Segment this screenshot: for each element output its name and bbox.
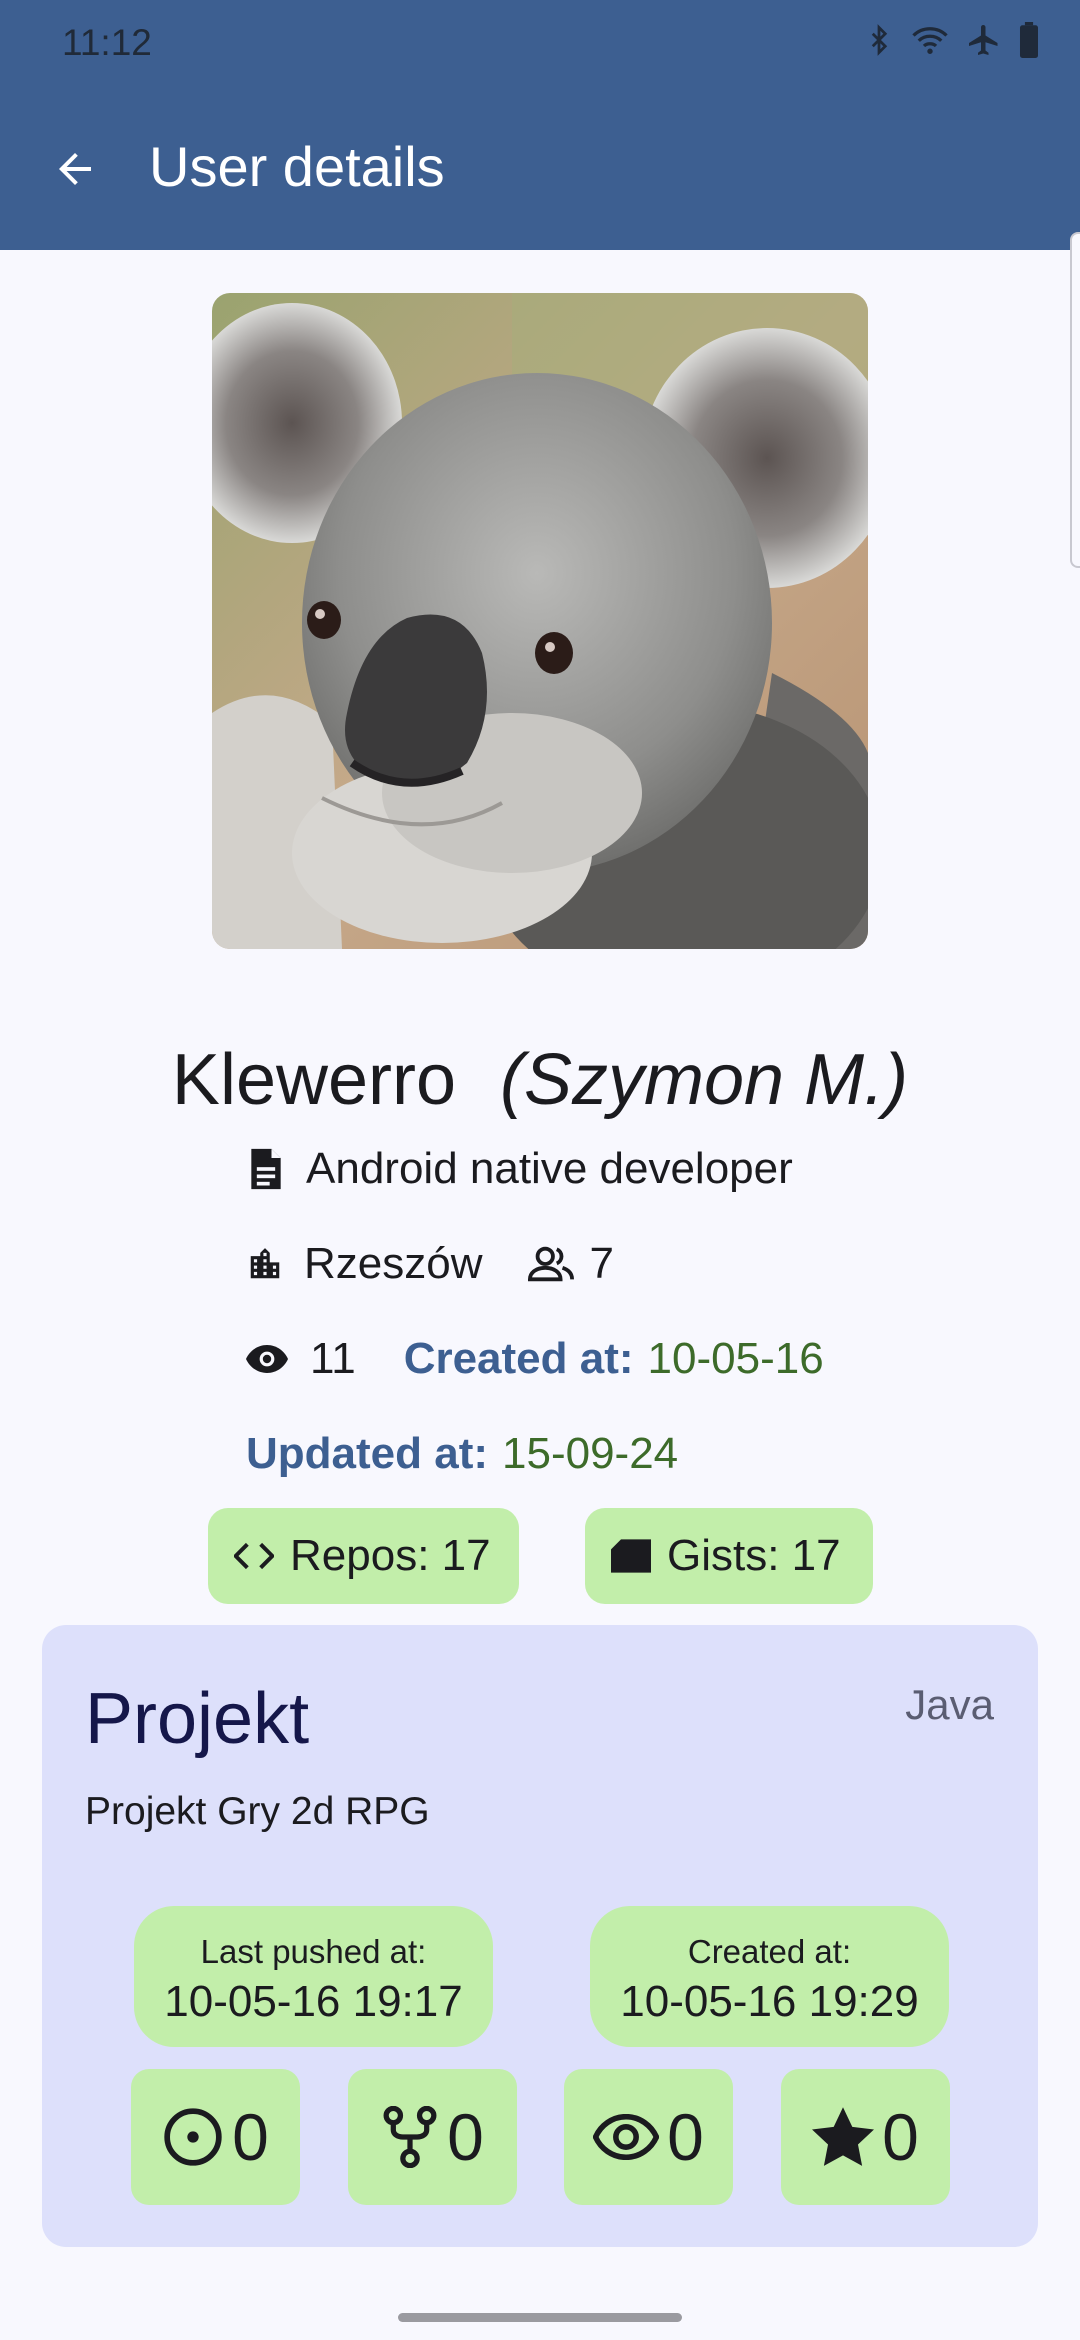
issues-count: 0: [232, 2100, 269, 2174]
repos-chip-label: Repos: 17: [290, 1531, 491, 1580]
code-icon: [234, 1542, 274, 1570]
issue-icon: [164, 2108, 222, 2166]
arrow-back-icon: [59, 153, 91, 185]
avatar: [212, 293, 868, 949]
location-text: Rzeszów: [304, 1239, 483, 1288]
user-name-row: Klewerro (Szymon M.): [0, 1035, 1080, 1125]
bio-text: Android native developer: [306, 1144, 793, 1193]
koala-photo: [212, 293, 868, 949]
status-icons: [864, 22, 1040, 58]
bio-row: Android native developer: [246, 1144, 793, 1194]
home-indicator[interactable]: [398, 2313, 682, 2322]
star-icon: [812, 2107, 875, 2166]
last-pushed-box: Last pushed at: 10-05-16 19:17: [134, 1906, 493, 2047]
user-login: Klewerro: [171, 1040, 457, 1120]
repo-created-label: Created at:: [687, 1933, 852, 1970]
eye-outline-icon: [593, 2114, 660, 2160]
description-icon: [251, 1148, 281, 1190]
stars-count: 0: [882, 2100, 919, 2174]
gists-chip[interactable]: Gists: 17: [585, 1508, 873, 1604]
watchers-row: 11 Created at: 10-05-16: [246, 1334, 824, 1384]
repos-chip[interactable]: Repos: 17: [208, 1508, 519, 1604]
stars-stat: 0: [781, 2069, 950, 2205]
back-button[interactable]: [40, 134, 110, 204]
watchers-count: 11: [310, 1334, 356, 1383]
bluetooth-icon: [871, 24, 888, 56]
issues-stat: 0: [131, 2069, 300, 2205]
updated-label: Updated at:: [246, 1429, 488, 1478]
repo-name: Projekt: [85, 1679, 310, 1759]
status-bar: 11:12: [0, 0, 1080, 84]
page-title: User details: [149, 135, 445, 198]
user-full-name: (Szymon M.): [500, 1040, 909, 1120]
fork-icon: [383, 2106, 437, 2168]
updated-value: 15-09-24: [502, 1429, 679, 1478]
repo-description: Projekt Gry 2d RPG: [85, 1790, 430, 1833]
last-pushed-label: Last pushed at:: [200, 1933, 427, 1970]
followers-count: 7: [589, 1239, 614, 1288]
status-time: 11:12: [62, 22, 152, 63]
repo-language: Java: [905, 1681, 994, 1728]
app-bar: User details: [0, 84, 1080, 250]
repo-watchers-stat: 0: [564, 2069, 733, 2205]
repo-card[interactable]: Projekt Java Projekt Gry 2d RPG Last pus…: [42, 1625, 1038, 2247]
eye-icon: [246, 1345, 288, 1373]
airplane-icon: [969, 25, 998, 55]
last-pushed-value: 10-05-16 19:17: [164, 1977, 463, 2026]
updated-row: Updated at: 15-09-24: [246, 1429, 678, 1479]
followers-icon: [527, 1246, 574, 1282]
location-city-icon: [250, 1248, 280, 1279]
gists-chip-label: Gists: 17: [667, 1531, 841, 1580]
repo-watchers-count: 0: [667, 2100, 704, 2174]
forks-count: 0: [447, 2100, 484, 2174]
repo-created-value: 10-05-16 19:29: [620, 1977, 919, 2026]
note-icon: [611, 1539, 651, 1573]
created-label: Created at:: [403, 1334, 634, 1383]
battery-icon: [1020, 22, 1038, 58]
forks-stat: 0: [348, 2069, 517, 2205]
wifi-icon: [912, 27, 948, 54]
repo-created-box: Created at: 10-05-16 19:29: [590, 1906, 949, 2047]
location-row: Rzeszów 7: [246, 1239, 614, 1289]
created-value: 10-05-16: [647, 1334, 824, 1383]
scroll-indicator: [1070, 232, 1080, 568]
